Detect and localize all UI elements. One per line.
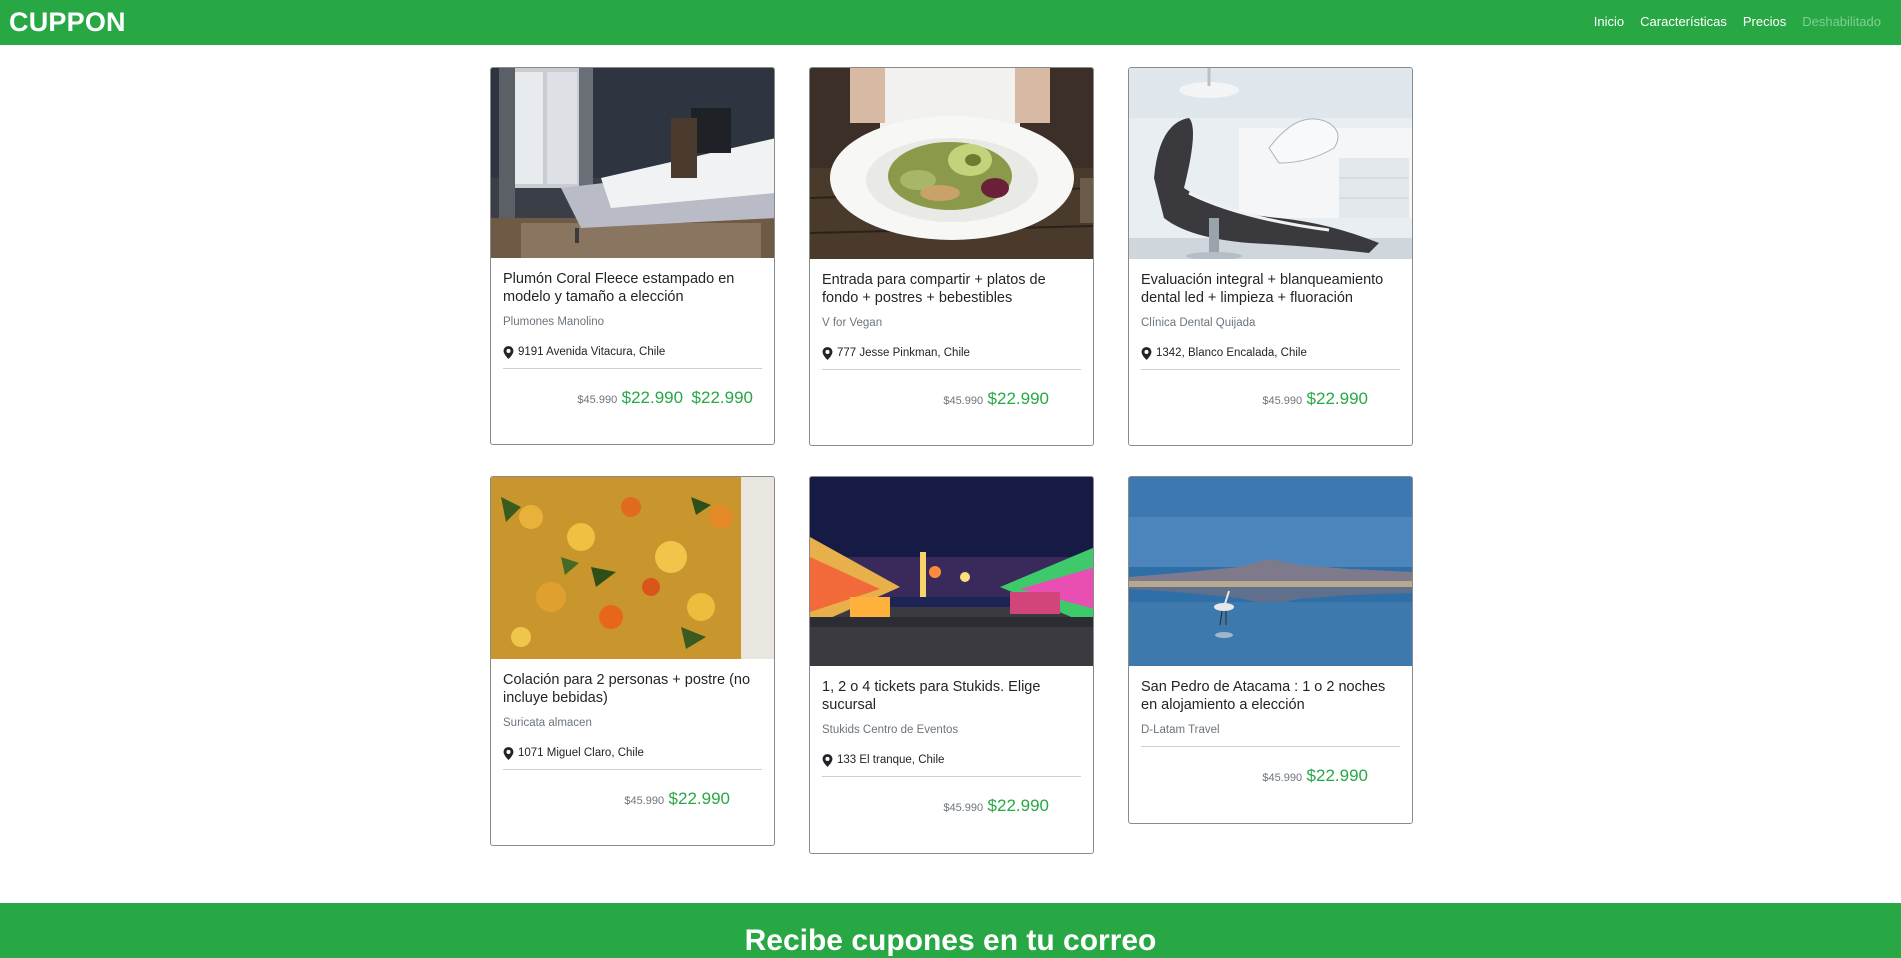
card-location: 9191 Avenida Vitacura, Chile bbox=[503, 345, 762, 359]
old-price: $45.990 bbox=[943, 395, 984, 407]
nav-link-deshabilitado: Deshabilitado bbox=[1802, 14, 1881, 29]
brand-logo[interactable]: CUPPON bbox=[9, 7, 126, 38]
divider bbox=[822, 776, 1081, 777]
card-company: D-Latam Travel bbox=[1141, 724, 1220, 736]
divider bbox=[822, 369, 1081, 370]
location-pin-icon bbox=[503, 746, 514, 760]
new-price: $22.990 bbox=[1306, 766, 1368, 785]
coupon-card[interactable]: 1, 2 o 4 tickets para Stukids. Elige suc… bbox=[809, 476, 1094, 854]
card-company: Plumones Manolino bbox=[503, 316, 605, 328]
new-price-duplicate: $22.990 bbox=[691, 388, 753, 407]
old-price: $45.990 bbox=[624, 795, 665, 807]
card-image-dental[interactable] bbox=[1129, 68, 1412, 259]
card-location: 1071 Miguel Claro, Chile bbox=[503, 746, 762, 760]
nav-link-precios[interactable]: Precios bbox=[1735, 14, 1794, 30]
card-image-lagoon[interactable] bbox=[1129, 477, 1412, 666]
divider bbox=[1141, 369, 1400, 370]
card-location: 1342, Blanco Encalada, Chile bbox=[1141, 346, 1400, 360]
stew-photo bbox=[491, 477, 774, 659]
new-price: $22.990 bbox=[668, 789, 730, 808]
new-price: $22.990 bbox=[987, 796, 1049, 815]
dental-chair-photo bbox=[1129, 68, 1412, 259]
new-price: $22.990 bbox=[987, 389, 1049, 408]
location-pin-icon bbox=[822, 346, 833, 360]
newsletter-title: Recibe cupones en tu correo bbox=[744, 924, 1157, 957]
card-prices: $45.990 $22.990 $22.990 bbox=[503, 389, 762, 409]
location-pin-icon bbox=[822, 753, 833, 767]
bedroom-photo bbox=[491, 68, 774, 258]
coupon-card[interactable]: San Pedro de Atacama : 1 o 2 noches en a… bbox=[1128, 476, 1413, 824]
location-pin-icon bbox=[503, 345, 514, 359]
card-title[interactable]: Entrada para compartir + platos de fondo… bbox=[822, 271, 1081, 307]
card-company: V for Vegan bbox=[822, 317, 883, 329]
card-location-text: 777 Jesse Pinkman, Chile bbox=[837, 347, 970, 359]
card-image-vegan-dish[interactable] bbox=[810, 68, 1093, 259]
card-location-text: 9191 Avenida Vitacura, Chile bbox=[518, 346, 666, 358]
old-price: $45.990 bbox=[1262, 772, 1303, 784]
card-title[interactable]: 1, 2 o 4 tickets para Stukids. Elige suc… bbox=[822, 678, 1081, 714]
card-location: 777 Jesse Pinkman, Chile bbox=[822, 346, 1081, 360]
card-prices: $45.990 $22.990 bbox=[1141, 390, 1400, 410]
card-prices: $45.990 $22.990 bbox=[1141, 767, 1400, 787]
card-image-fair[interactable] bbox=[810, 477, 1093, 666]
card-title[interactable]: Plumón Coral Fleece estampado en modelo … bbox=[503, 270, 762, 306]
newsletter-band: Recibe cupones en tu correo bbox=[0, 903, 1901, 958]
card-location-text: 133 El tranque, Chile bbox=[837, 754, 945, 766]
card-prices: $45.990 $22.990 bbox=[503, 790, 762, 810]
card-title[interactable]: Colación para 2 personas + postre (no in… bbox=[503, 671, 762, 707]
card-prices: $45.990 $22.990 bbox=[822, 797, 1081, 817]
coupon-card[interactable]: Colación para 2 personas + postre (no in… bbox=[490, 476, 775, 846]
location-pin-icon bbox=[1141, 346, 1152, 360]
new-price: $22.990 bbox=[1306, 389, 1368, 408]
navbar: CUPPON Inicio Características Precios De… bbox=[0, 0, 1901, 45]
coupon-card[interactable]: Evaluación integral + blanqueamiento den… bbox=[1128, 67, 1413, 446]
divider bbox=[1141, 746, 1400, 747]
card-title[interactable]: San Pedro de Atacama : 1 o 2 noches en a… bbox=[1141, 678, 1400, 714]
nav-link-inicio[interactable]: Inicio bbox=[1586, 14, 1632, 30]
old-price: $45.990 bbox=[1262, 395, 1303, 407]
card-company: Clínica Dental Quijada bbox=[1141, 317, 1256, 329]
coupon-card[interactable]: Entrada para compartir + platos de fondo… bbox=[809, 67, 1094, 446]
new-price: $22.990 bbox=[621, 388, 684, 407]
card-company: Suricata almacen bbox=[503, 717, 592, 729]
nav-links: Inicio Características Precios Deshabili… bbox=[1586, 14, 1889, 30]
coupon-card[interactable]: Plumón Coral Fleece estampado en modelo … bbox=[490, 67, 775, 445]
fair-photo bbox=[810, 477, 1093, 666]
card-image-stew[interactable] bbox=[491, 477, 774, 659]
card-image-bedroom[interactable] bbox=[491, 68, 774, 258]
nav-link-caracteristicas[interactable]: Características bbox=[1632, 14, 1735, 30]
card-location: 133 El tranque, Chile bbox=[822, 753, 1081, 767]
card-prices: $45.990 $22.990 bbox=[822, 390, 1081, 410]
card-company: Stukids Centro de Eventos bbox=[822, 724, 959, 736]
divider bbox=[503, 769, 762, 770]
card-location-text: 1342, Blanco Encalada, Chile bbox=[1156, 347, 1307, 359]
old-price: $45.990 bbox=[943, 802, 984, 814]
card-title[interactable]: Evaluación integral + blanqueamiento den… bbox=[1141, 271, 1400, 307]
old-price: $45.990 bbox=[577, 394, 618, 406]
vegan-dish-photo bbox=[810, 68, 1093, 259]
lagoon-flamingo-photo bbox=[1129, 477, 1412, 666]
divider bbox=[503, 368, 762, 369]
card-location-text: 1071 Miguel Claro, Chile bbox=[518, 747, 644, 759]
